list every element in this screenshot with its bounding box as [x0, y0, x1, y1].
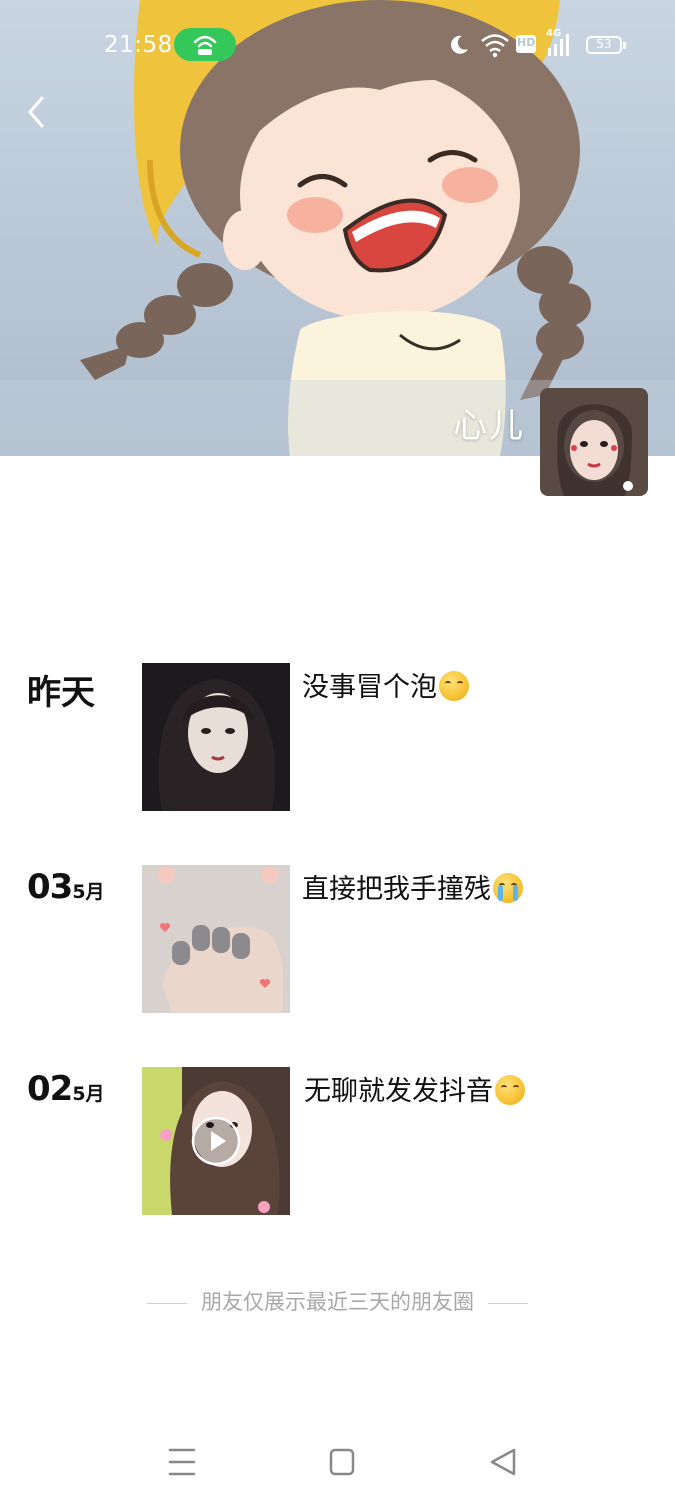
- battery-level: 53: [596, 37, 612, 51]
- menu-icon: [168, 1448, 196, 1476]
- status-bar: 21:58 HD 4G 53: [0, 0, 675, 90]
- post-day: 02: [27, 1069, 73, 1109]
- feed-limit-text: 朋友仅展示最近三天的朋友圈: [201, 1290, 474, 1314]
- post-photo: [142, 865, 290, 1013]
- chevron-left-icon: [28, 96, 44, 128]
- post-month: 5月: [72, 1083, 105, 1105]
- signal-icon: 4G: [546, 28, 578, 56]
- post-date: 035月: [27, 867, 105, 907]
- post-thumbnail[interactable]: [142, 865, 290, 1013]
- divider-right: [488, 1302, 528, 1304]
- post-month: 5月: [72, 881, 105, 903]
- post-item[interactable]: 昨天 没事冒个泡: [0, 663, 675, 813]
- post-caption[interactable]: 无聊就发发抖音: [304, 1069, 525, 1108]
- system-back-button[interactable]: [484, 1444, 524, 1480]
- post-date-label: 昨天: [27, 673, 95, 713]
- avatar-photo: [540, 388, 648, 496]
- post-day: 03: [27, 867, 73, 907]
- post-date: 025月: [27, 1069, 105, 1109]
- post-caption[interactable]: 没事冒个泡: [302, 665, 469, 704]
- post-video-thumbnail[interactable]: [142, 1067, 290, 1215]
- back-triangle-icon: [490, 1448, 516, 1476]
- post-item[interactable]: 035月 直接把我手撞残: [0, 865, 675, 1015]
- hd-icon: HD: [516, 35, 536, 53]
- profile-name: 心儿: [453, 406, 525, 446]
- hotspot-icon: [193, 35, 217, 55]
- hd-label: HD: [517, 36, 536, 49]
- home-button[interactable]: [322, 1444, 362, 1480]
- home-square-icon: [329, 1448, 355, 1476]
- post-caption-text: 没事冒个泡: [302, 672, 437, 703]
- wifi-icon: [481, 34, 509, 58]
- back-button[interactable]: [22, 94, 52, 130]
- post-item[interactable]: 025月 无聊就发发抖音: [0, 1067, 675, 1217]
- signal-label: 4G: [546, 28, 562, 39]
- post-caption[interactable]: 直接把我手撞残: [302, 867, 523, 906]
- status-time: 21:58: [104, 32, 173, 58]
- moon-icon: [451, 35, 468, 54]
- avatar[interactable]: [540, 388, 648, 496]
- post-caption-text: 无聊就发发抖音: [304, 1076, 493, 1107]
- post-caption-text: 直接把我手撞残: [302, 874, 491, 905]
- crying-face-emoji: [493, 873, 523, 903]
- play-icon[interactable]: [191, 1116, 241, 1166]
- recent-apps-button[interactable]: [162, 1444, 202, 1480]
- system-nav-bar: [0, 1420, 675, 1500]
- feed-limit-notice: 朋友仅展示最近三天的朋友圈: [0, 1286, 675, 1316]
- hotspot-indicator[interactable]: [174, 28, 236, 61]
- post-photo: [142, 663, 290, 811]
- thinking-face-emoji: [495, 1075, 525, 1105]
- divider-left: [147, 1302, 187, 1304]
- post-date: 昨天: [27, 665, 95, 714]
- post-thumbnail[interactable]: [142, 663, 290, 811]
- thinking-face-emoji: [439, 671, 469, 701]
- battery-icon: 53: [586, 36, 626, 54]
